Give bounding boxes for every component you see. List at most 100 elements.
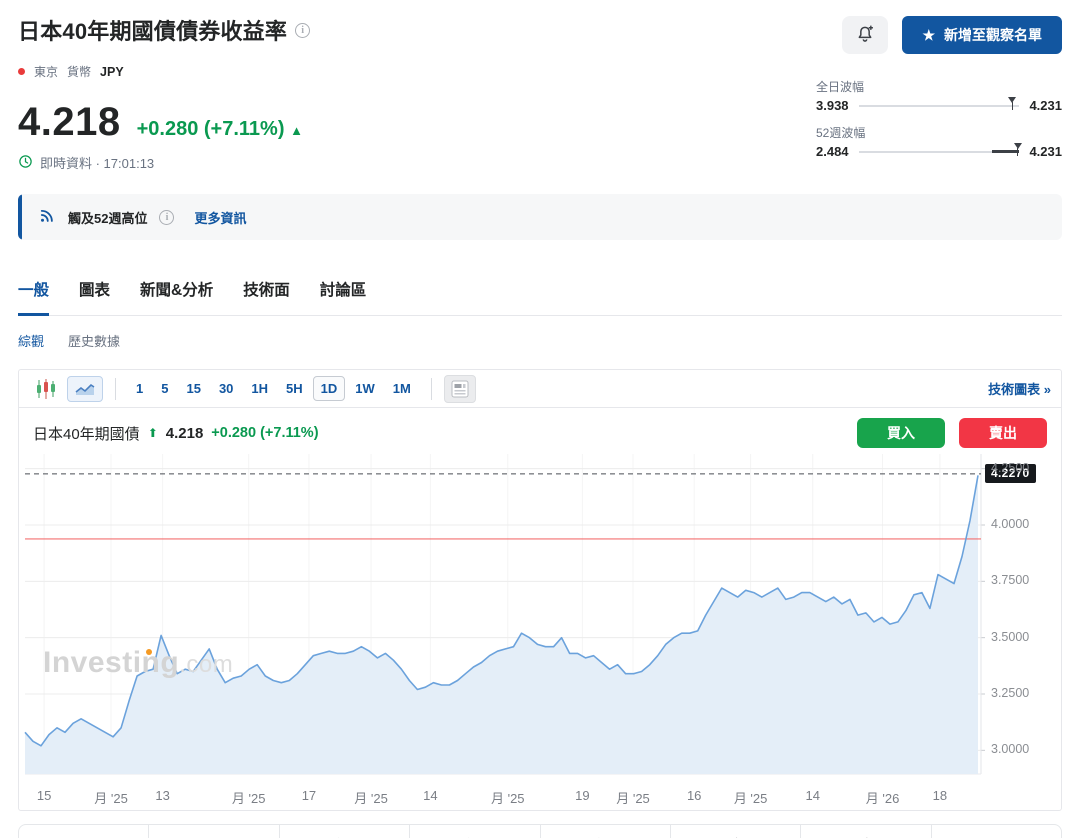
- x-axis-label: 14: [806, 788, 820, 803]
- price-chart: [19, 454, 1061, 784]
- page-header: 日本40年期國債債券收益率 i ★ 新增至觀察名單: [18, 14, 1062, 54]
- add-to-watchlist-button[interactable]: ★ 新增至觀察名單: [902, 16, 1062, 54]
- chart-toolbar: 1515301H5H1D1W1M 技術圖表 »: [19, 370, 1061, 408]
- y-axis-label: 3.0000: [991, 742, 1029, 756]
- news-layout-icon[interactable]: [444, 375, 476, 403]
- week52-range-marker: [1014, 143, 1022, 149]
- info-icon[interactable]: i: [295, 23, 310, 38]
- signal-rss-icon: [38, 206, 56, 229]
- x-axis-label: 16: [687, 788, 701, 803]
- perf-period-1天[interactable]: 1天+7.11%: [19, 825, 148, 838]
- perf-period-1個月[interactable]: 1個月+13.60%: [279, 825, 409, 838]
- last-price: 4.218: [18, 100, 121, 145]
- chart-header: 日本40年期國債 ⬆ 4.218 +0.280 (+7.11%) 買入 賣出: [19, 408, 1061, 454]
- day-range-label: 全日波幅: [816, 78, 1062, 95]
- subtab-歷史數據[interactable]: 歷史數據: [68, 331, 120, 350]
- sub-tabs: 綜觀 歷史數據: [18, 331, 1062, 350]
- interval-1[interactable]: 1: [128, 376, 151, 401]
- day-range: 3.938 4.231: [816, 98, 1062, 113]
- watermark: Investing.com: [43, 646, 233, 680]
- perf-label: 6個月: [541, 834, 670, 838]
- chart-up-arrow-icon: ⬆: [148, 426, 158, 440]
- perf-period-1週[interactable]: 1週+9.53%: [148, 825, 278, 838]
- realtime-status-text: 即時資料 · 17:01:13: [40, 153, 154, 172]
- create-alert-button[interactable]: [842, 16, 888, 54]
- sell-button[interactable]: 賣出: [959, 418, 1047, 448]
- chart-change: +0.280 (+7.11%): [211, 425, 318, 441]
- x-axis-label: 18: [933, 788, 947, 803]
- watchlist-label: 新增至觀察名單: [944, 25, 1042, 45]
- interval-30[interactable]: 30: [211, 376, 241, 401]
- info-icon[interactable]: i: [159, 210, 174, 225]
- perf-label: 最長: [932, 834, 1061, 838]
- market-status-dot: [18, 68, 25, 75]
- instrument-page: 日本40年期國債債券收益率 i ★ 新增至觀察名單 東京 貨幣 JPY 4.21…: [0, 0, 1080, 838]
- day-range-low: 3.938: [816, 98, 849, 113]
- toolbar-separator: [115, 378, 116, 400]
- x-axis-label: 15: [37, 788, 51, 803]
- tab-一般[interactable]: 一般: [18, 278, 49, 316]
- exchange-label: 東京: [34, 63, 58, 80]
- interval-15[interactable]: 15: [178, 376, 208, 401]
- perf-period-5年[interactable]: 5年+516.67%: [800, 825, 930, 838]
- x-axis-label: 月 '25: [232, 788, 266, 807]
- x-axis-label: 月 '25: [491, 788, 525, 807]
- up-arrow-icon: ▲: [290, 123, 303, 138]
- interval-5H[interactable]: 5H: [278, 376, 311, 401]
- interval-5[interactable]: 5: [153, 376, 176, 401]
- week52-range: 2.484 4.231: [816, 144, 1062, 159]
- perf-period-1年[interactable]: 1年+62.42%: [670, 825, 800, 838]
- tab-圖表[interactable]: 圖表: [79, 278, 110, 315]
- y-axis-label: 4.0000: [991, 517, 1029, 531]
- y-axis-label: 4.2500: [991, 461, 1029, 475]
- star-icon: ★: [922, 27, 935, 44]
- week52-range-low: 2.484: [816, 144, 849, 159]
- x-axis-label: 13: [155, 788, 169, 803]
- interval-group: 1515301H5H1D1W1M: [128, 376, 419, 401]
- y-axis-label: 3.5000: [991, 630, 1029, 644]
- tab-討論區[interactable]: 討論區: [320, 278, 367, 315]
- week52-range-track: [859, 151, 1020, 153]
- x-axis-label: 月 '25: [354, 788, 388, 807]
- perf-label: 5年: [801, 834, 930, 838]
- chart-canvas[interactable]: Investing.com 4.2270 4.25004.00003.75003…: [19, 454, 1061, 784]
- week52-range-high: 4.231: [1029, 144, 1062, 159]
- chart-instrument-name: 日本40年期國債: [33, 423, 140, 444]
- perf-label: 1個月: [280, 834, 409, 838]
- subtab-綜觀[interactable]: 綜觀: [18, 331, 44, 350]
- interval-1M[interactable]: 1M: [385, 376, 419, 401]
- y-axis-label: 3.2500: [991, 686, 1029, 700]
- x-axis-label: 17: [302, 788, 316, 803]
- x-axis-label: 月 '26: [866, 788, 900, 807]
- day-range-marker: [1008, 97, 1016, 103]
- y-axis-label: 3.7500: [991, 573, 1029, 587]
- perf-label: 1天: [19, 834, 148, 838]
- buy-button[interactable]: 買入: [857, 418, 945, 448]
- candlestick-chart-icon[interactable]: [29, 375, 63, 403]
- technical-chart-link[interactable]: 技術圖表 »: [988, 379, 1051, 398]
- week52-range-label: 52週波幅: [816, 124, 1062, 141]
- week52-day-band: [992, 150, 1019, 153]
- page-title: 日本40年期國債債券收益率: [18, 14, 287, 46]
- perf-label: 3個月: [410, 834, 539, 838]
- currency-caption: 貨幣: [67, 63, 91, 80]
- perf-period-3個月[interactable]: 3個月+22.62%: [409, 825, 539, 838]
- bell-plus-icon: [855, 24, 875, 47]
- interval-1D[interactable]: 1D: [313, 376, 346, 401]
- x-axis-label: 月 '25: [616, 788, 650, 807]
- chart-card: 1515301H5H1D1W1M 技術圖表 » 日本40年期國債 ⬆ 4.218…: [18, 369, 1062, 811]
- area-chart-icon[interactable]: [67, 376, 103, 402]
- tab-技術面[interactable]: 技術面: [243, 278, 290, 315]
- more-info-link[interactable]: 更多資訊: [194, 208, 246, 227]
- clock-icon: [18, 154, 33, 172]
- perf-period-6個月[interactable]: 6個月+25.57%: [540, 825, 670, 838]
- main-tabs: 一般圖表新聞&分析技術面討論區: [18, 278, 1062, 316]
- interval-1H[interactable]: 1H: [243, 376, 276, 401]
- interval-1W[interactable]: 1W: [347, 376, 383, 401]
- perf-label: 1年: [671, 834, 800, 838]
- price-change: +0.280 (+7.11%) ▲: [137, 118, 303, 141]
- perf-period-最長[interactable]: 最長+69.06%: [931, 825, 1061, 838]
- day-range-high: 4.231: [1029, 98, 1062, 113]
- tab-新聞&分析[interactable]: 新聞&分析: [140, 278, 213, 315]
- chart-x-axis: 15月 '2513月 '2517月 '2514月 '2519月 '2516月 '…: [19, 784, 1061, 810]
